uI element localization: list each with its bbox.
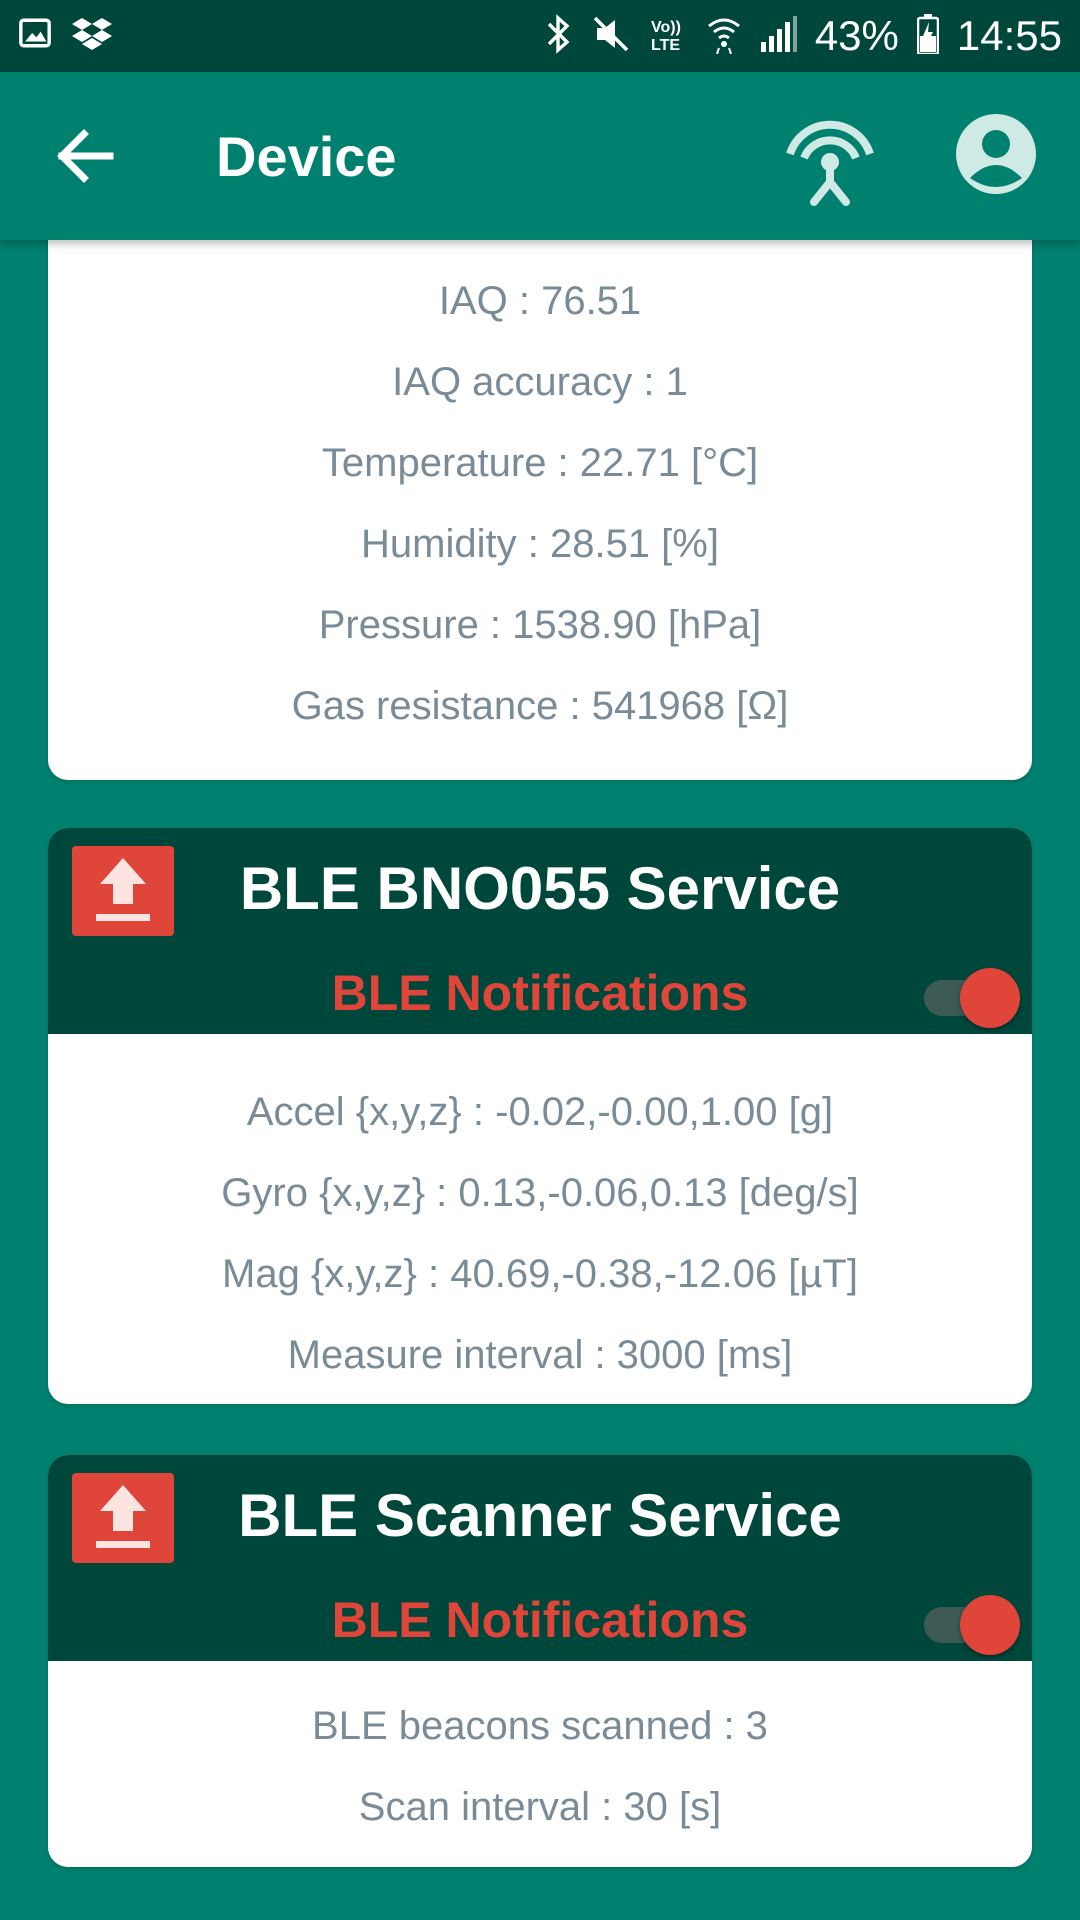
volte-icon: Vo)) LTE (649, 14, 689, 59)
dropbox-notification-icon (72, 16, 112, 55)
scanner-notifications-toggle[interactable] (924, 1589, 1020, 1655)
back-button[interactable] (50, 124, 120, 188)
scanner-notifications-label: BLE Notifications (331, 1592, 749, 1648)
svg-text:LTE: LTE (651, 37, 680, 54)
iaq-value: IAQ : 76.51 (438, 279, 642, 323)
bno055-notifications-toggle[interactable] (924, 962, 1020, 1028)
temperature-value: Temperature : 22.71 [°C] (321, 441, 759, 485)
broadcast-tower-icon (780, 120, 880, 212)
scan-interval-value: Scan interval : 30 [s] (358, 1785, 722, 1829)
svg-text:Vo)): Vo)) (651, 19, 681, 36)
toggle-thumb (960, 968, 1020, 1028)
device-content[interactable]: IAQ : 76.51 IAQ accuracy : 1 Temperature… (0, 220, 1080, 1920)
bno055-values: Accel {x,y,z} : -0.02,-0.00,1.00 [g] Gyr… (48, 1034, 1032, 1396)
wifi-icon (707, 14, 741, 59)
bluetooth-icon (545, 13, 573, 59)
scanner-service-title: BLE Scanner Service (238, 1482, 842, 1549)
battery-charging-icon (916, 13, 940, 59)
environment-card: IAQ : 76.51 IAQ accuracy : 1 Temperature… (48, 220, 1032, 780)
arrow-back-icon (50, 129, 120, 192)
bno055-card-header: BLE BNO055 Service BLE Notifications (48, 828, 1032, 1034)
environment-values: IAQ : 76.51 IAQ accuracy : 1 Temperature… (48, 220, 1032, 747)
gallery-notification-icon (18, 16, 52, 55)
iaq-accuracy-value: IAQ accuracy : 1 (392, 360, 688, 404)
mute-icon (591, 14, 631, 59)
upload-icon (72, 1485, 174, 1567)
mag-value: Mag {x,y,z} : 40.69,-0.38,-12.06 [µT] (222, 1252, 858, 1296)
account-circle-icon (954, 114, 1038, 200)
pressure-value: Pressure : 1538.90 [hPa] (318, 603, 762, 647)
bno055-service-title: BLE BNO055 Service (239, 855, 841, 922)
app-bar: Device (0, 72, 1080, 240)
clock: 14:55 (956, 12, 1062, 59)
page-title: Device (216, 125, 397, 188)
humidity-value: Humidity : 28.51 [%] (361, 522, 719, 566)
bno055-service-card: BLE BNO055 Service BLE Notifications Acc… (48, 828, 1032, 1404)
connection-button[interactable] (780, 108, 880, 208)
battery-percent: 43% (814, 12, 899, 59)
accel-value: Accel {x,y,z} : -0.02,-0.00,1.00 [g] (246, 1090, 834, 1134)
scanner-service-card: BLE Scanner Service BLE Notifications BL… (48, 1455, 1032, 1867)
beacons-scanned-value: BLE beacons scanned : 3 (312, 1704, 768, 1748)
measure-interval-value: Measure interval : 3000 [ms] (287, 1333, 793, 1377)
account-button[interactable] (954, 112, 1038, 196)
gas-resistance-value: Gas resistance : 541968 [Ω] (291, 684, 789, 728)
scanner-values: BLE beacons scanned : 3 Scan interval : … (48, 1661, 1032, 1848)
signal-icon (759, 15, 797, 57)
toggle-thumb (960, 1595, 1020, 1655)
status-bar: Vo)) LTE 43% 14:55 (0, 0, 1080, 72)
scanner-card-header: BLE Scanner Service BLE Notifications (48, 1455, 1032, 1661)
upload-icon (72, 858, 174, 940)
gyro-value: Gyro {x,y,z} : 0.13,-0.06,0.13 [deg/s] (221, 1171, 859, 1215)
bno055-notifications-label: BLE Notifications (331, 965, 749, 1021)
